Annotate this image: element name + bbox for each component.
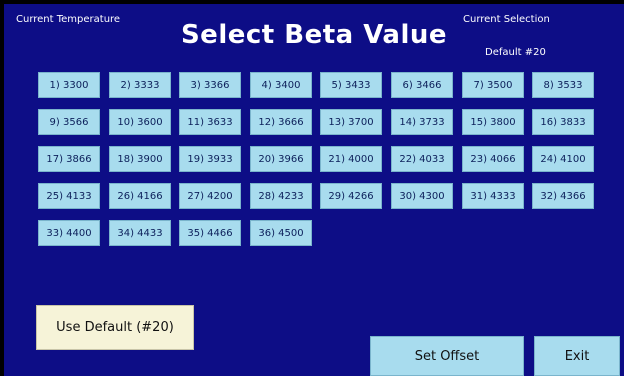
beta-value-button[interactable]: 7) 3500 (462, 72, 524, 98)
beta-value-button[interactable]: 32) 4366 (532, 183, 594, 209)
beta-value-button[interactable]: 2) 3333 (109, 72, 171, 98)
current-selection-label: Current Selection (463, 14, 550, 25)
beta-value-button[interactable]: 23) 4066 (462, 146, 524, 172)
beta-select-screen: Current Temperature Select Beta Value Cu… (4, 4, 624, 376)
beta-value-button[interactable]: 20) 3966 (250, 146, 312, 172)
beta-value-button[interactable]: 17) 3866 (38, 146, 100, 172)
beta-value-button[interactable]: 35) 4466 (179, 220, 241, 246)
beta-value-button[interactable]: 10) 3600 (109, 109, 171, 135)
beta-value-button[interactable]: 16) 3833 (532, 109, 594, 135)
beta-value-button[interactable]: 5) 3433 (320, 72, 382, 98)
beta-value-button[interactable]: 29) 4266 (320, 183, 382, 209)
beta-value-button[interactable]: 33) 4400 (38, 220, 100, 246)
beta-value-button[interactable]: 36) 4500 (250, 220, 312, 246)
beta-value-button[interactable]: 27) 4200 (179, 183, 241, 209)
beta-value-button[interactable]: 21) 4000 (320, 146, 382, 172)
beta-value-button[interactable]: 13) 3700 (320, 109, 382, 135)
set-offset-button[interactable]: Set Offset (370, 336, 524, 376)
beta-value-button[interactable]: 12) 3666 (250, 109, 312, 135)
beta-value-button[interactable]: 31) 4333 (462, 183, 524, 209)
beta-value-button[interactable]: 25) 4133 (38, 183, 100, 209)
beta-value-button[interactable]: 22) 4033 (391, 146, 453, 172)
beta-value-button[interactable]: 3) 3366 (179, 72, 241, 98)
beta-value-button[interactable]: 15) 3800 (462, 109, 524, 135)
beta-value-button[interactable]: 28) 4233 (250, 183, 312, 209)
beta-value-button[interactable]: 14) 3733 (391, 109, 453, 135)
beta-value-button[interactable]: 11) 3633 (179, 109, 241, 135)
beta-value-button[interactable]: 1) 3300 (38, 72, 100, 98)
beta-value-button[interactable]: 30) 4300 (391, 183, 453, 209)
beta-value-button[interactable]: 18) 3900 (109, 146, 171, 172)
beta-value-button[interactable]: 26) 4166 (109, 183, 171, 209)
beta-value-button[interactable]: 8) 3533 (532, 72, 594, 98)
beta-value-button[interactable]: 24) 4100 (532, 146, 594, 172)
beta-value-button[interactable]: 6) 3466 (391, 72, 453, 98)
beta-value-button[interactable]: 19) 3933 (179, 146, 241, 172)
beta-value-button[interactable]: 4) 3400 (250, 72, 312, 98)
beta-value-button[interactable]: 34) 4433 (109, 220, 171, 246)
exit-button[interactable]: Exit (534, 336, 620, 376)
current-selection-value: Default #20 (485, 47, 546, 58)
use-default-button[interactable]: Use Default (#20) (36, 305, 194, 350)
beta-value-button[interactable]: 9) 3566 (38, 109, 100, 135)
